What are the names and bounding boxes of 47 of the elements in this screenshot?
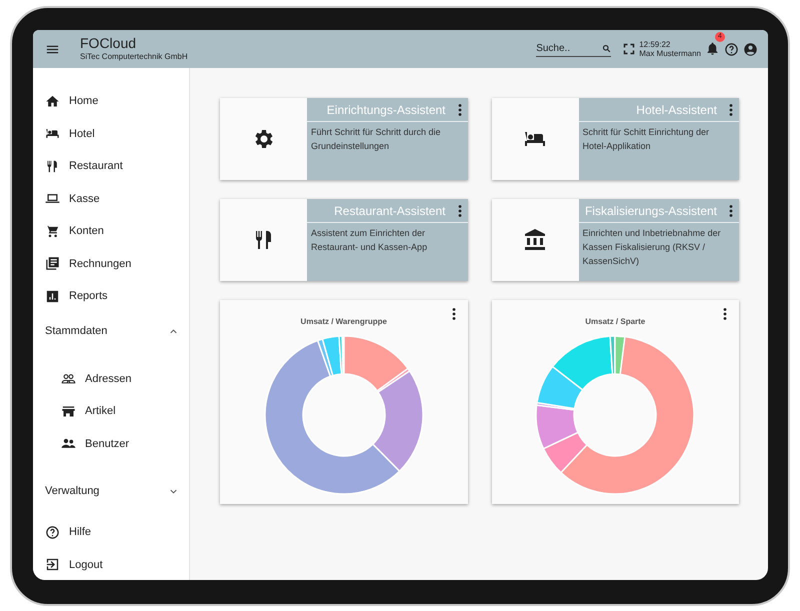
assistant-card[interactable]: Hotel-Assistent Schritt für Schitt Einrichtung der Hotel-Applikation <box>492 98 739 180</box>
app-title: FOCloud <box>80 36 138 50</box>
chart-title: Umsatz / Warengruppe <box>300 317 387 326</box>
assistant-card[interactable]: Einrichtungs-Assistent Führt Schritt für Schritt durch die Grundeinstellungen <box>220 98 468 180</box>
card-description: Führt Schritt für Schritt durch die Grundeinstellungen <box>310 126 442 153</box>
search-field[interactable]: Suche.. <box>536 41 602 56</box>
card-description: Schritt für Schitt Einrichtung der Hotel-Applikation <box>582 126 710 153</box>
sidebar-item[interactable]: Hotel <box>33 118 189 150</box>
bank-icon <box>523 228 547 252</box>
search-icon[interactable] <box>602 44 612 53</box>
company-name: SiTec Computertechnik GmbH <box>80 50 188 62</box>
help-icon[interactable] <box>724 42 739 56</box>
sidebar-item[interactable]: Home <box>33 85 189 118</box>
fullscreen-icon[interactable] <box>623 43 636 55</box>
sidebar-subitem[interactable]: Benutzer <box>49 428 189 460</box>
card-title: Einrichtungs-Assistent <box>326 102 446 118</box>
sidebar-subitem[interactable]: Artikel <box>49 395 189 428</box>
notification-bell-icon[interactable] <box>705 41 720 56</box>
assistant-card[interactable]: Restaurant-Assistent Assistent zum Einrichten der Restaurant- und Kassen-App <box>220 199 468 281</box>
card-description: Einrichten und Inbetriebnahme der Kassen Fiskalisierung (RKSV / KassenSichV) <box>582 227 722 268</box>
card-title: Hotel-Assistent <box>636 102 717 118</box>
account-icon[interactable] <box>743 42 758 56</box>
card-title: Restaurant-Assistent <box>334 202 446 220</box>
fork-knife-icon <box>45 158 60 174</box>
card-title: Fiskalisierungs-Assistent <box>584 202 717 220</box>
cart-icon <box>45 224 60 239</box>
sidebar-item[interactable]: Hilfe <box>33 516 189 548</box>
bar-chart-icon <box>45 288 60 304</box>
sidebar-item[interactable]: Logout <box>33 548 189 580</box>
chart-title: Umsatz / Sparte <box>585 317 646 326</box>
sidebar-item[interactable]: Konten <box>33 215 189 248</box>
user-name: Max Mustermann <box>639 49 701 58</box>
clock-time: 12:59:22 <box>639 40 672 49</box>
help-icon <box>45 524 60 540</box>
sidebar-item[interactable]: Restaurant <box>33 150 189 182</box>
sidebar-item[interactable]: Rechnungen <box>33 248 189 280</box>
sidebar-subitem[interactable]: Adressen <box>49 362 189 395</box>
sidebar-item[interactable]: Kasse <box>33 182 189 215</box>
logout-icon <box>45 557 60 572</box>
sidebar-item[interactable]: Reports <box>33 280 189 312</box>
receipt-icon <box>45 256 60 272</box>
assistant-card[interactable]: Fiskalisierungs-Assistent Einrichten und Inbetriebnahme der Kassen Fiskalisierung (RKSV / KassenSichV) <box>492 199 739 281</box>
store-icon <box>61 404 76 419</box>
sidebar-group-header[interactable]: Verwaltung <box>45 482 100 500</box>
sidebar-group-header[interactable]: Stammdaten <box>45 323 108 340</box>
card-description: Assistent zum Einrichten der Restaurant- und Kassen-App <box>310 227 428 254</box>
home-icon <box>45 94 60 109</box>
